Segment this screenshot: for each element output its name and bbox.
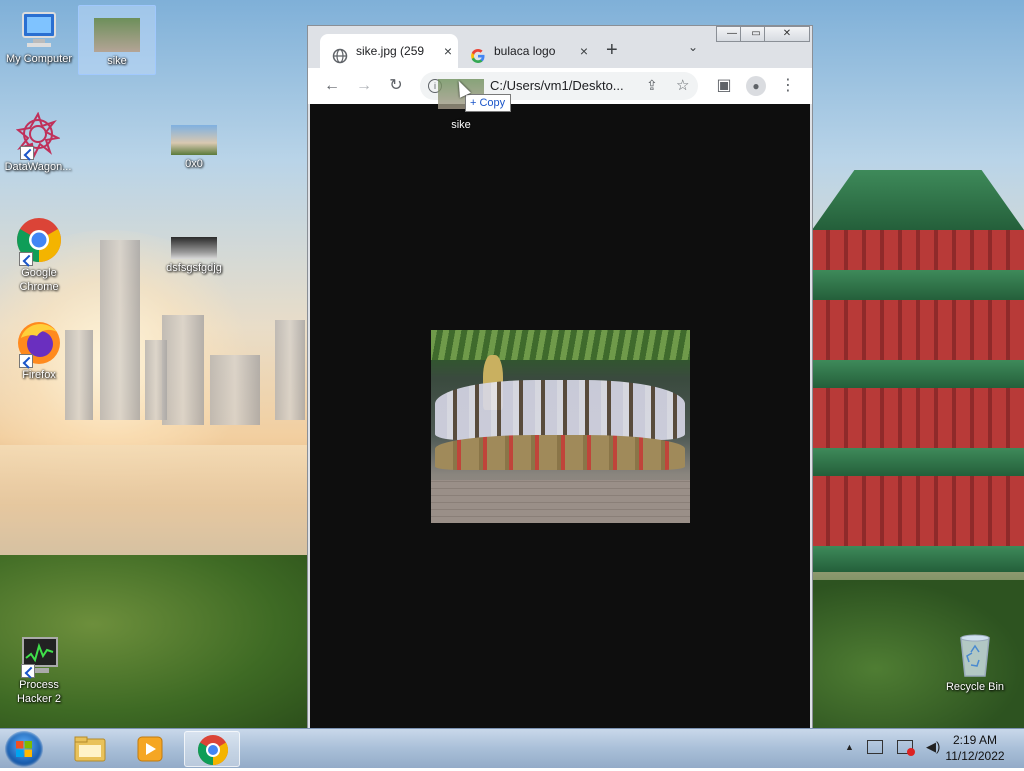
close-window-button[interactable]: ✕ (764, 26, 810, 42)
taskbar-explorer[interactable] (62, 731, 118, 767)
taskbar-media-player[interactable] (122, 731, 178, 767)
desktop-icon-label: Process Hacker 2 (16, 679, 62, 705)
firefox-icon (15, 320, 63, 368)
chrome-window[interactable]: sike.jpg (259 × bulaca logo × + ⌄ — ▭ ✕ … (307, 25, 813, 730)
desktop-icon-label: Google Chrome (19, 267, 59, 293)
desktop-icon-label: Firefox (22, 369, 56, 381)
profile-avatar-icon[interactable]: ● (746, 76, 766, 96)
photo-group (435, 380, 685, 440)
clock-time: 2:19 AM (952, 733, 998, 747)
desktop-icon-label: DataWagon... (4, 161, 72, 173)
temple-wall (812, 230, 1024, 270)
action-center-icon[interactable] (867, 740, 884, 754)
desktop-icon-label: Recycle Bin (945, 681, 1005, 693)
wallpaper-river (0, 445, 310, 565)
displayed-photo[interactable] (431, 330, 690, 523)
google-icon (470, 43, 486, 63)
datawagon-icon (15, 111, 62, 160)
wallpaper-tower (275, 320, 305, 420)
tab-bulaca-logo[interactable]: bulaca logo × (458, 34, 594, 68)
tab-search-chevron-icon[interactable]: ⌄ (688, 40, 698, 54)
folder-icon (74, 736, 106, 762)
temple-wall (812, 476, 1024, 546)
temple-wall (812, 300, 1024, 360)
drag-preview-label: sike (451, 119, 471, 131)
back-button[interactable]: ← (322, 76, 342, 96)
new-tab-button[interactable]: + (606, 39, 618, 61)
desktop-icon-recycle-bin[interactable]: Recycle Bin (937, 632, 1013, 694)
desktop-icon-process-hacker[interactable]: Process Hacker 2 (1, 636, 77, 706)
chrome-icon (197, 735, 229, 765)
desktop-icon-sike[interactable]: sike (78, 5, 156, 75)
desktop-icon-label: sike (107, 55, 127, 67)
desktop-icon-google-chrome[interactable]: Google Chrome (1, 216, 77, 294)
globe-icon (332, 43, 348, 64)
copy-drop-tooltip: + Copy (465, 94, 512, 112)
desktop-icon-label: dsfsgsfgdjg (166, 262, 222, 274)
tab-label: bulaca logo (494, 44, 556, 58)
temple-wall (812, 388, 1024, 448)
tab-strip: sike.jpg (259 × bulaca logo × + ⌄ — ▭ ✕ (308, 26, 812, 68)
photo-pavement (431, 480, 690, 523)
desktop-icon-label: My Computer (5, 53, 73, 65)
wallpaper-tower (145, 340, 167, 420)
temple-roof (812, 270, 1024, 300)
computer-icon (17, 10, 61, 50)
system-tray: ▲ ◀) (845, 739, 940, 756)
start-button[interactable] (5, 731, 43, 767)
recycle-bin-icon (957, 632, 993, 678)
process-hacker-icon (17, 636, 61, 678)
temple-roof (812, 546, 1024, 572)
image-thumbnail-icon (94, 18, 140, 52)
windows-logo-icon (16, 741, 32, 757)
temple-roof (812, 448, 1024, 476)
reload-button[interactable]: ↻ (386, 76, 406, 96)
chrome-icon (15, 216, 63, 266)
image-viewer-content (310, 104, 810, 729)
desktop-icon-dsfsgsfgdjg[interactable]: dsfsgsfgdjg (156, 237, 232, 275)
clock-date: 11/12/2022 (945, 749, 1005, 763)
network-error-icon[interactable] (896, 740, 915, 756)
image-thumbnail-icon (171, 237, 217, 259)
media-player-icon (137, 736, 163, 762)
shortcut-arrow-icon (20, 146, 34, 160)
browser-toolbar: ← → ↻ i C:/Users/vm1/Deskto... ⇪ ☆ ▣ ● ⋮ (308, 68, 812, 104)
desktop-icon-label: 0x0 (185, 158, 203, 170)
photo-foliage (431, 330, 690, 360)
side-panel-icon[interactable]: ▣ (714, 76, 734, 96)
desktop-icon-my-computer[interactable]: My Computer (1, 10, 77, 66)
wallpaper-tower (210, 355, 260, 425)
photo-skirts (435, 435, 685, 470)
forward-button[interactable]: → (354, 76, 374, 96)
tab-sike-jpg[interactable]: sike.jpg (259 × (320, 34, 458, 68)
temple-roof (812, 360, 1024, 388)
menu-kebab-icon[interactable]: ⋮ (778, 76, 798, 96)
taskbar: ▲ ◀) 2:19 AM 11/12/2022 (0, 728, 1024, 768)
wallpaper-tower (162, 315, 204, 425)
wallpaper-tower (100, 240, 140, 420)
shortcut-arrow-icon (19, 252, 33, 266)
taskbar-chrome[interactable] (184, 731, 240, 767)
tab-close-icon[interactable]: × (444, 34, 452, 68)
show-hidden-icons-button[interactable]: ▲ (845, 742, 854, 752)
desktop-icon-0x0[interactable]: 0x0 (156, 125, 232, 171)
shortcut-arrow-icon (21, 664, 35, 678)
tab-close-icon[interactable]: × (580, 34, 588, 68)
bookmark-star-icon[interactable]: ☆ (676, 76, 689, 94)
desktop-icon-firefox[interactable]: Firefox (1, 320, 77, 382)
image-thumbnail-icon (171, 125, 217, 155)
tab-label: sike.jpg (259 (356, 44, 425, 58)
desktop-icon-datawagon[interactable]: DataWagon... (0, 111, 76, 174)
shortcut-arrow-icon (19, 354, 33, 368)
temple-roof (812, 170, 1024, 230)
system-clock[interactable]: 2:19 AM 11/12/2022 (932, 732, 1018, 764)
share-icon[interactable]: ⇪ (646, 77, 658, 94)
